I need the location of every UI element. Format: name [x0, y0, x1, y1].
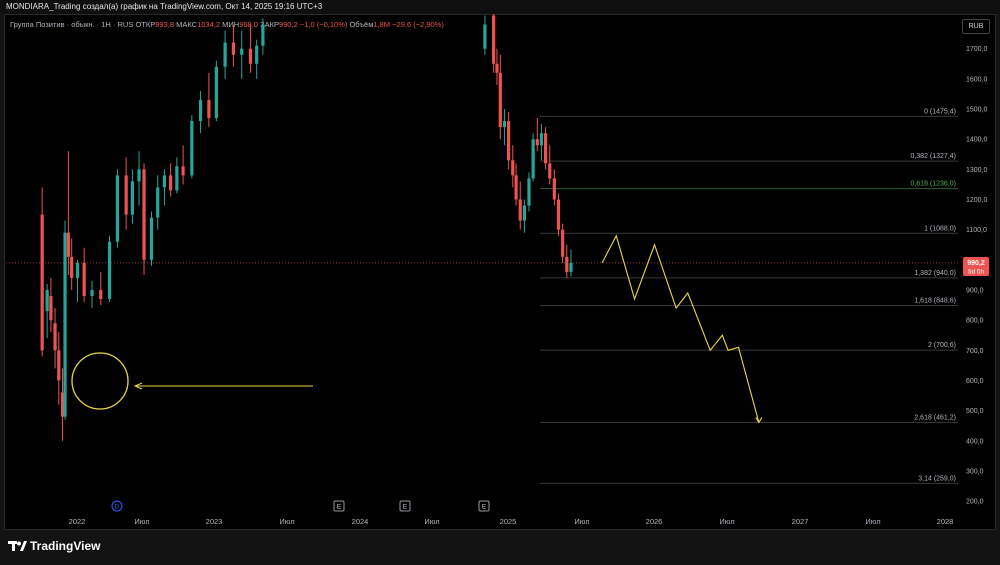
close-value: 990,2	[278, 20, 298, 29]
volume-change-value: −29,6 (−2,90%)	[392, 20, 444, 29]
high-label: МАКС	[176, 20, 198, 29]
currency-button[interactable]: RUB	[962, 19, 990, 34]
symbol-name: Группа Позитив · обыкн. · 1Н · RUS	[10, 20, 134, 29]
caption-text: MONDIARA_Trading создал(а) график на Tra…	[6, 2, 323, 11]
symbol-legend: Группа Позитив · обыкн. · 1Н · RUS ОТКР9…	[10, 20, 444, 29]
volume-label: Объём	[349, 20, 374, 29]
open-label: ОТКР	[135, 20, 156, 29]
tradingview-logo-icon	[8, 541, 27, 551]
top-caption-bar: MONDIARA_Trading создал(а) график на Tra…	[0, 0, 1000, 14]
brand-name: TradingView	[30, 539, 101, 553]
chart-frame[interactable]	[4, 14, 996, 530]
open-value: 993,8	[155, 20, 175, 29]
footer-bar: TradingView	[0, 530, 1000, 565]
low-value: 968,0	[239, 20, 258, 29]
high-value: 1034,2	[197, 20, 221, 29]
close-label: ЗАКР	[260, 20, 279, 29]
low-label: МИН	[222, 20, 240, 29]
change-value: −1,0 (−0,10%)	[299, 20, 348, 29]
volume-value: 1,8M	[373, 20, 391, 29]
